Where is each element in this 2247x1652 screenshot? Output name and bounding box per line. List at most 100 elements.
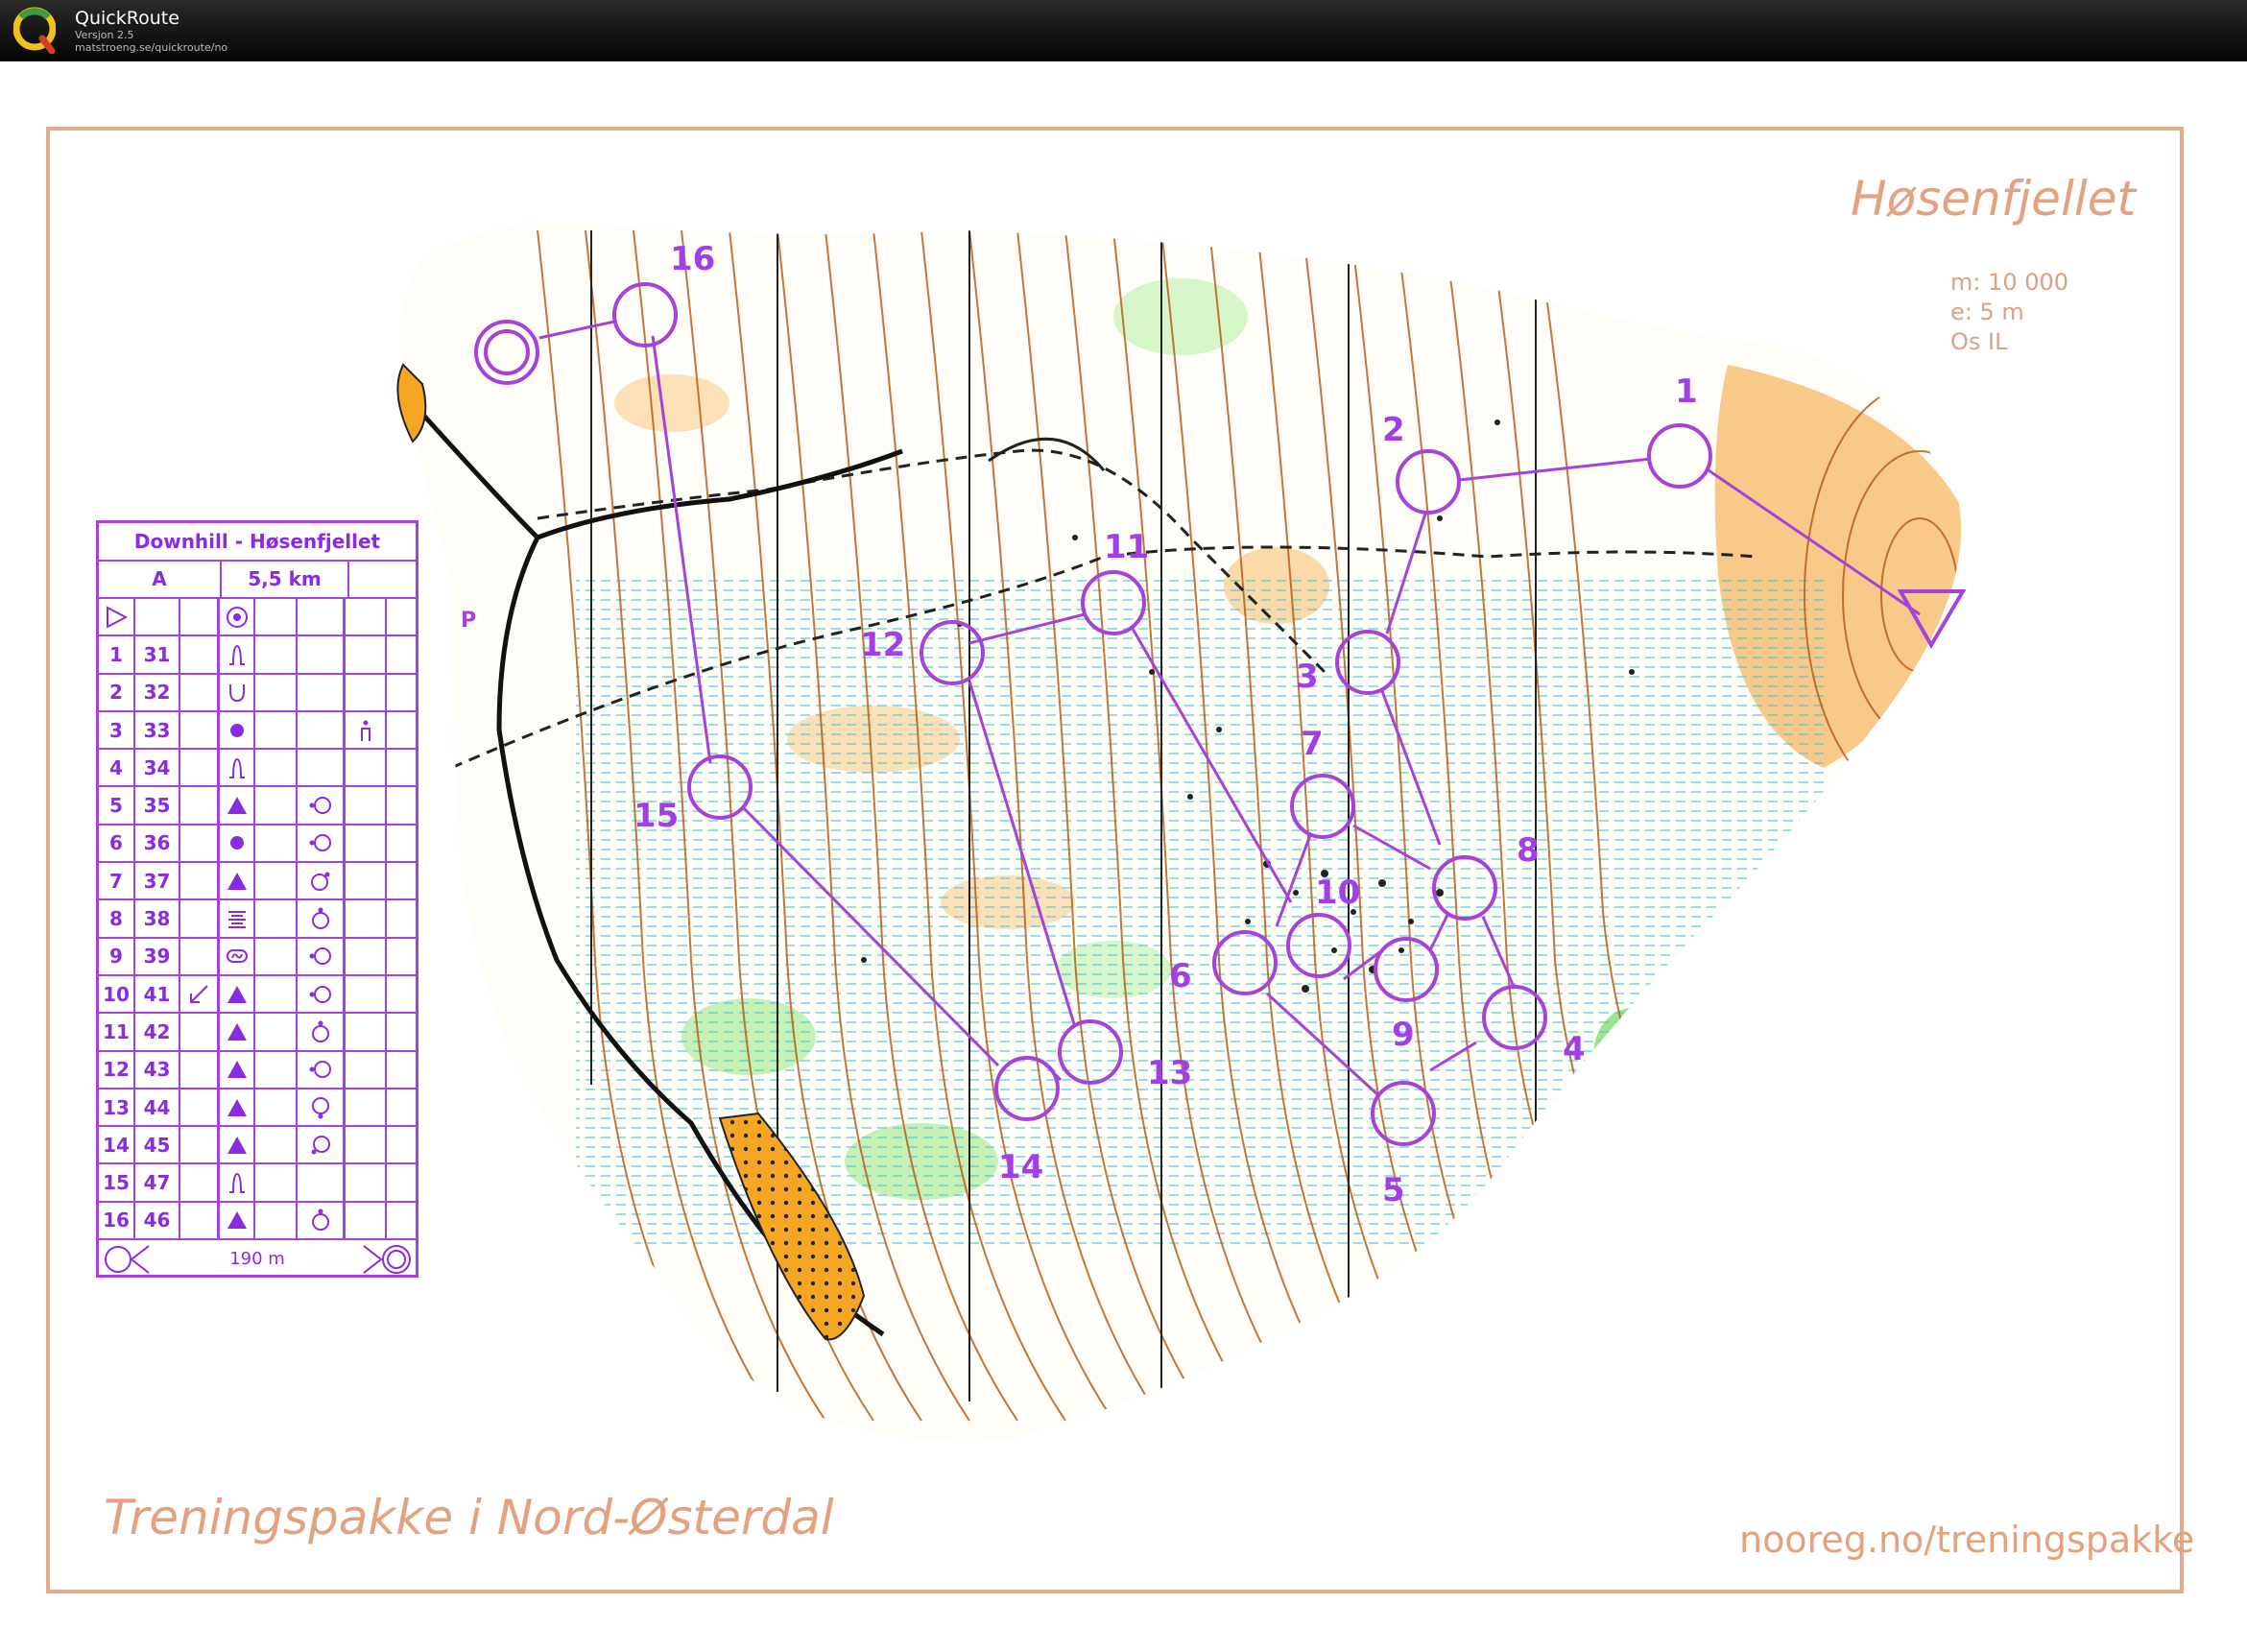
direction-cell — [180, 938, 220, 974]
finish-circle-icon — [363, 1245, 411, 1275]
west-side-icon — [309, 797, 331, 815]
description-row-7: 7 37 — [99, 863, 416, 901]
control-number-9: 9 — [1392, 1016, 1415, 1054]
west-side-icon — [309, 1061, 331, 1079]
west-side-icon — [309, 947, 331, 966]
description-title: Downhill - Høsenfjellet — [99, 523, 416, 562]
position-cell — [298, 1014, 346, 1050]
control-number-1: 1 — [1675, 372, 1698, 411]
map-title: Høsenfjellet — [1851, 171, 2137, 227]
description-row-15: 15 47 — [99, 1164, 416, 1203]
feature-cell — [220, 711, 255, 749]
position-cell — [298, 938, 346, 974]
appearance-cell — [346, 750, 387, 786]
control-number-4: 4 — [1563, 1030, 1586, 1068]
map-club: Os IL — [1950, 328, 2008, 355]
description-row-12: 12 43 — [99, 1051, 416, 1089]
direction-cell — [180, 636, 220, 673]
map-scale: m: 10 000 — [1950, 269, 2069, 296]
control-code: 41 — [135, 975, 180, 1013]
description-row-2: 2 32 — [99, 674, 416, 712]
position-cell — [298, 1127, 346, 1163]
control-code: 35 — [135, 787, 180, 824]
direction-cell — [180, 863, 220, 899]
control-sequence: 2 — [99, 674, 135, 710]
triangle-icon — [227, 1022, 247, 1041]
control-code: 36 — [135, 825, 180, 862]
triangle-icon — [227, 872, 247, 890]
north-side-icon — [311, 907, 329, 930]
control-sequence: 4 — [99, 750, 135, 786]
control-code: 42 — [135, 1014, 180, 1050]
control-code: 31 — [135, 636, 180, 673]
appearance-cell — [346, 636, 387, 673]
control-number-13: 13 — [1147, 1054, 1193, 1092]
feature-cell — [220, 1089, 255, 1126]
feature-cell — [220, 787, 255, 824]
control-sequence: 6 — [99, 825, 135, 862]
course-length: 5,5 km — [222, 562, 349, 597]
control-code: 38 — [135, 900, 180, 937]
description-row-6: 6 36 — [99, 825, 416, 864]
appearance-cell — [346, 787, 387, 824]
control-number-16: 16 — [670, 240, 716, 278]
finish-row: 190 m — [99, 1240, 416, 1279]
position-cell — [298, 863, 346, 899]
direction-cell — [180, 674, 220, 710]
appearance-cell — [346, 711, 387, 749]
feature-cell — [220, 938, 255, 974]
control-code: 43 — [135, 1051, 180, 1088]
control-sequence: 16 — [99, 1202, 135, 1239]
control-sequence: 10 — [99, 975, 135, 1013]
control-sequence: 1 — [99, 636, 135, 673]
north-side-icon — [311, 1209, 329, 1232]
feature-cell — [220, 636, 255, 673]
appearance-cell — [346, 1164, 387, 1201]
appearance-cell — [346, 1127, 387, 1163]
person-icon — [360, 720, 371, 741]
position-cell — [298, 1089, 346, 1126]
feature-cell — [220, 825, 255, 862]
appearance-cell — [346, 1051, 387, 1088]
triangle-icon — [227, 985, 247, 1003]
control-sequence: 15 — [99, 1164, 135, 1201]
control-sequence: 3 — [99, 711, 135, 749]
control-code: 34 — [135, 750, 180, 786]
control-sequence: 7 — [99, 863, 135, 899]
south-side-icon — [311, 1096, 329, 1118]
direction-cell — [180, 1127, 220, 1163]
north-side-icon — [311, 1020, 329, 1042]
direction-cell — [180, 900, 220, 937]
start-triangle-icon — [107, 605, 129, 629]
control-number-7: 7 — [1301, 725, 1324, 763]
control-number-3: 3 — [1296, 658, 1319, 696]
description-row-16: 16 46 — [99, 1202, 416, 1241]
description-row-14: 14 45 — [99, 1127, 416, 1165]
feature-cell — [220, 1164, 255, 1201]
control-sequence: 5 — [99, 787, 135, 824]
position-cell — [298, 750, 346, 786]
description-row-4: 4 34 — [99, 750, 416, 788]
start-row — [99, 599, 416, 637]
description-row-5: 5 35 — [99, 787, 416, 826]
position-cell — [298, 1164, 346, 1201]
direction-cell — [180, 1051, 220, 1088]
description-row-9: 9 39 — [99, 938, 416, 976]
direction-cell — [180, 711, 220, 749]
feature-cell — [220, 1051, 255, 1088]
direction-cell — [180, 1089, 220, 1126]
control-number-10: 10 — [1315, 874, 1361, 912]
control-sequence: 13 — [99, 1089, 135, 1126]
position-cell — [298, 975, 346, 1013]
control-code: 45 — [135, 1127, 180, 1163]
feature-cell — [220, 750, 255, 786]
direction-cell — [180, 750, 220, 786]
position-cell — [298, 1051, 346, 1088]
description-row-3: 3 33 — [99, 711, 416, 751]
control-code: 37 — [135, 863, 180, 899]
course-class: A — [99, 562, 222, 597]
feature-cell — [220, 900, 255, 937]
triangle-icon — [227, 1136, 247, 1154]
position-cell — [298, 711, 346, 749]
control-code: 47 — [135, 1164, 180, 1201]
